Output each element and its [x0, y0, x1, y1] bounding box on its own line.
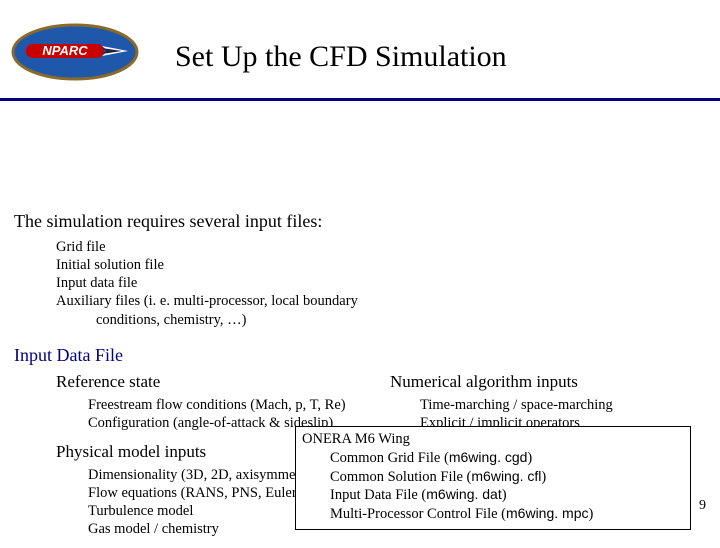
nparc-logo: NPARC [10, 22, 140, 82]
list-item: Auxiliary files (i. e. multi-processor, … [56, 292, 720, 310]
list-item-continuation: conditions, chemistry, …) [96, 311, 720, 329]
numerical-algorithm-heading: Numerical algorithm inputs [390, 372, 720, 392]
list-item: Common Solution File (m6wing. cfl) [330, 468, 684, 487]
code-filename: m6wing. dat [426, 486, 501, 502]
code-filename: m6wing. mpc [506, 505, 588, 521]
code-filename: m6wing. cgd [449, 449, 528, 465]
list-item: Freestream flow conditions (Mach, p, T, … [88, 396, 380, 414]
divider-bottom [0, 100, 720, 101]
list-item: Time-marching / space-marching [420, 396, 720, 414]
reference-state-heading: Reference state [56, 372, 380, 392]
page-number: 9 [699, 498, 706, 514]
slide: NPARC Set Up the CFD Simulation The simu… [0, 0, 720, 540]
section-heading: Input Data File [14, 345, 720, 366]
list-item: Input Data File (m6wing. dat) [330, 486, 684, 505]
slide-header: NPARC Set Up the CFD Simulation [0, 0, 720, 95]
list-item: Multi-Processor Control File (m6wing. mp… [330, 505, 684, 524]
onera-title: ONERA M6 Wing [302, 431, 684, 448]
intro-text: The simulation requires several input fi… [14, 211, 720, 232]
nparc-logo-svg: NPARC [10, 22, 140, 82]
list-item: Common Grid File (m6wing. cgd) [330, 449, 684, 468]
code-filename: m6wing. cfl [471, 468, 541, 484]
input-files-list: Grid file Initial solution file Input da… [56, 238, 720, 329]
onera-items: Common Grid File (m6wing. cgd) Common So… [330, 449, 684, 524]
slide-title: Set Up the CFD Simulation [175, 40, 507, 74]
onera-callout-box: ONERA M6 Wing Common Grid File (m6wing. … [295, 426, 691, 530]
list-item: Initial solution file [56, 256, 720, 274]
list-item: Grid file [56, 238, 720, 256]
logo-label-text: NPARC [42, 43, 88, 58]
list-item: Input data file [56, 274, 720, 292]
